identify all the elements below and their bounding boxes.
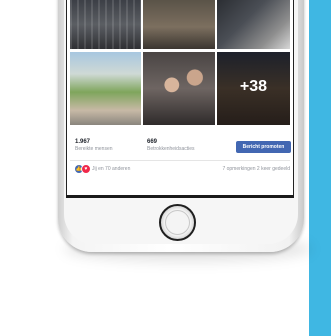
post-insights: 1.967 Bereikte mensen 669 Betrokkenheids… (75, 139, 291, 161)
phone-screen: +38 1.967 Bereikte mensen 669 Betrokkenh… (66, 0, 294, 195)
reactions-text: Jij en 70 anderen (92, 166, 131, 172)
post-photo-5[interactable] (143, 52, 215, 125)
promote-post-button[interactable]: Bericht promoten (236, 141, 291, 153)
reach-value: 1.967 (75, 139, 91, 145)
screen-bottom-edge (66, 195, 294, 198)
more-photos-count: +38 (239, 78, 268, 95)
post-photo-3[interactable] (217, 0, 290, 49)
side-stripe (309, 0, 331, 336)
reach-label: Bereikte mensen (75, 146, 113, 152)
post-photo-6-more[interactable]: +38 (217, 52, 290, 125)
post-photo-1[interactable] (70, 0, 141, 49)
engagement-value: 669 (147, 139, 158, 145)
home-button[interactable] (159, 204, 196, 241)
engagement-stat: 669 Betrokkenheidsacties (147, 139, 195, 152)
comments-shares-count[interactable]: 7 opmerkingen 2 keer gedeeld (197, 166, 290, 172)
engagement-label: Betrokkenheidsacties (147, 146, 195, 152)
reach-stat: 1.967 Bereikte mensen (75, 139, 113, 152)
love-icon: ♥ (81, 164, 91, 174)
divider (70, 160, 290, 161)
post-photo-4[interactable] (70, 52, 141, 125)
post-photo-2[interactable] (143, 0, 215, 49)
